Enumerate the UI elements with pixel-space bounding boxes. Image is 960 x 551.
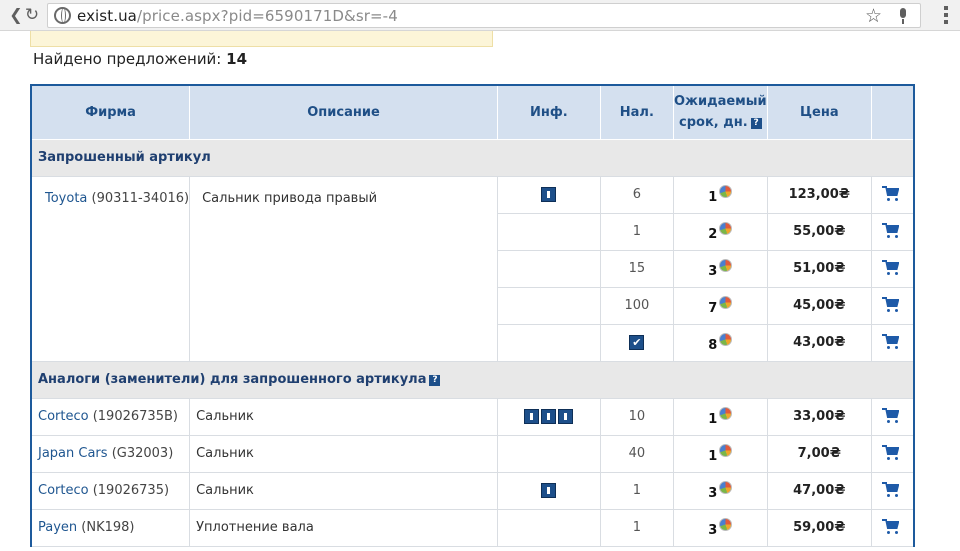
cart-icon[interactable] <box>882 223 902 240</box>
requested-firm: Toyota (90311-34016) <box>30 175 191 362</box>
requested-description: Сальник привода правый <box>189 175 498 362</box>
header-price[interactable]: Цена <box>766 84 872 140</box>
section-requested: Запрошенный артикул <box>30 138 915 177</box>
globe-icon <box>54 7 71 24</box>
address-bar[interactable]: exist.ua/price.aspx?pid=6590171D&sr=-4 ☆ <box>47 3 921 28</box>
reliability-pie-icon[interactable] <box>719 480 733 494</box>
header-firm[interactable]: Фирма <box>30 84 191 140</box>
help-icon[interactable]: ? <box>750 118 762 130</box>
photo-icon[interactable] <box>524 409 540 424</box>
cart-icon[interactable] <box>882 408 902 425</box>
reliability-pie-icon[interactable] <box>719 295 733 309</box>
header-info: Инф. <box>496 84 601 140</box>
document-icon[interactable] <box>541 483 557 498</box>
table-row: Japan Cars (G32003) Сальник 40 1 7,00₴ <box>30 434 915 473</box>
cart-icon[interactable] <box>882 334 902 351</box>
header-description: Описание <box>189 84 498 140</box>
cart-icon[interactable] <box>882 297 902 314</box>
microphone-icon[interactable] <box>898 8 908 24</box>
table-row: Corteco (19026735) Сальник 1 3 47,00₴ <box>30 471 915 510</box>
table-header: Фирма Описание Инф. Нал. Ожидаемый срок,… <box>30 84 915 140</box>
reliability-pie-icon[interactable] <box>719 443 733 457</box>
table-row: Payen (NK198) Уплотнение вала 1 3 59,00₴ <box>30 508 915 547</box>
reliability-pie-icon[interactable] <box>719 406 733 420</box>
bookmark-star-icon[interactable]: ☆ <box>865 5 882 27</box>
reliability-pie-icon[interactable] <box>719 332 733 346</box>
brand-link[interactable]: Corteco <box>38 409 89 424</box>
document-icon[interactable] <box>541 409 557 424</box>
brand-link[interactable]: Payen <box>38 520 77 535</box>
reliability-pie-icon[interactable] <box>719 221 733 235</box>
section-analogs: Аналоги (заменители) для запрошенного ар… <box>30 360 915 399</box>
browser-toolbar: ❮ ↻ exist.ua/price.aspx?pid=6590171D&sr=… <box>0 0 960 31</box>
menu-icon[interactable] <box>944 6 948 24</box>
offers-table: Фирма Описание Инф. Нал. Ожидаемый срок,… <box>30 84 915 547</box>
reliability-pie-icon[interactable] <box>719 258 733 272</box>
header-term[interactable]: Ожидаемый срок, дн.? <box>672 84 768 140</box>
cart-icon[interactable] <box>882 519 902 536</box>
info-icon[interactable] <box>558 409 574 424</box>
cart-icon[interactable] <box>882 186 902 203</box>
header-cart <box>870 84 915 140</box>
brand-link[interactable]: Japan Cars <box>38 446 108 461</box>
found-offers: Найдено предложений: 14 <box>33 50 248 68</box>
table-row: Toyota (90311-34016) Сальник привода пра… <box>30 175 915 362</box>
notice-bar <box>30 31 493 47</box>
url-text[interactable]: exist.ua/price.aspx?pid=6590171D&sr=-4 <box>77 7 398 25</box>
header-availability[interactable]: Нал. <box>599 84 674 140</box>
checkbox-icon[interactable]: ✔ <box>629 335 645 350</box>
table-row: Corteco (19026735B) Сальник 10 1 33,00₴ <box>30 397 915 436</box>
reliability-pie-icon[interactable] <box>719 517 733 531</box>
cart-icon[interactable] <box>882 260 902 277</box>
reliability-pie-icon[interactable] <box>719 184 733 198</box>
brand-link[interactable]: Corteco <box>38 483 89 498</box>
reload-icon[interactable]: ↻ <box>22 5 42 25</box>
cart-icon[interactable] <box>882 482 902 499</box>
brand-link[interactable]: Toyota <box>45 191 87 206</box>
cart-icon[interactable] <box>882 445 902 462</box>
help-icon[interactable]: ? <box>429 375 441 386</box>
info-icon[interactable] <box>541 187 557 202</box>
